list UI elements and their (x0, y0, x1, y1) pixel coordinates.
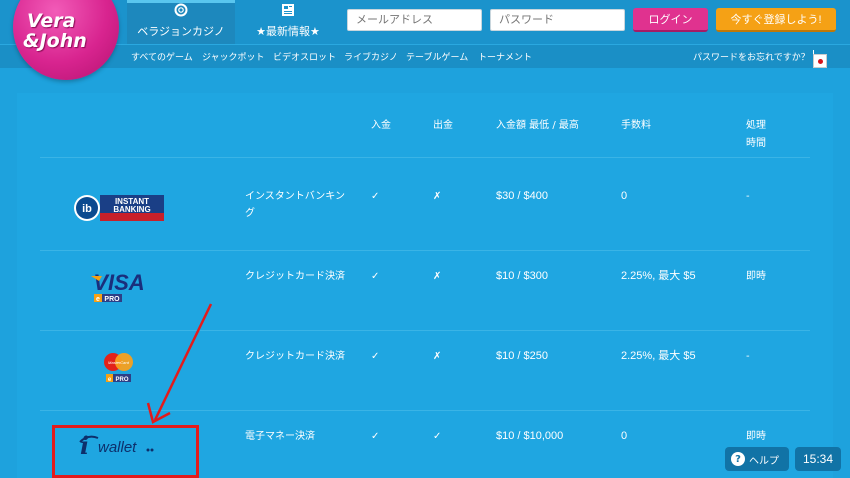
annotation-arrow (146, 303, 213, 424)
help-label: ヘルプ (749, 455, 779, 467)
clock-display: 15:34 (795, 447, 841, 471)
help-button[interactable]: ? ヘルプ (725, 447, 789, 471)
question-icon: ? (731, 452, 745, 466)
